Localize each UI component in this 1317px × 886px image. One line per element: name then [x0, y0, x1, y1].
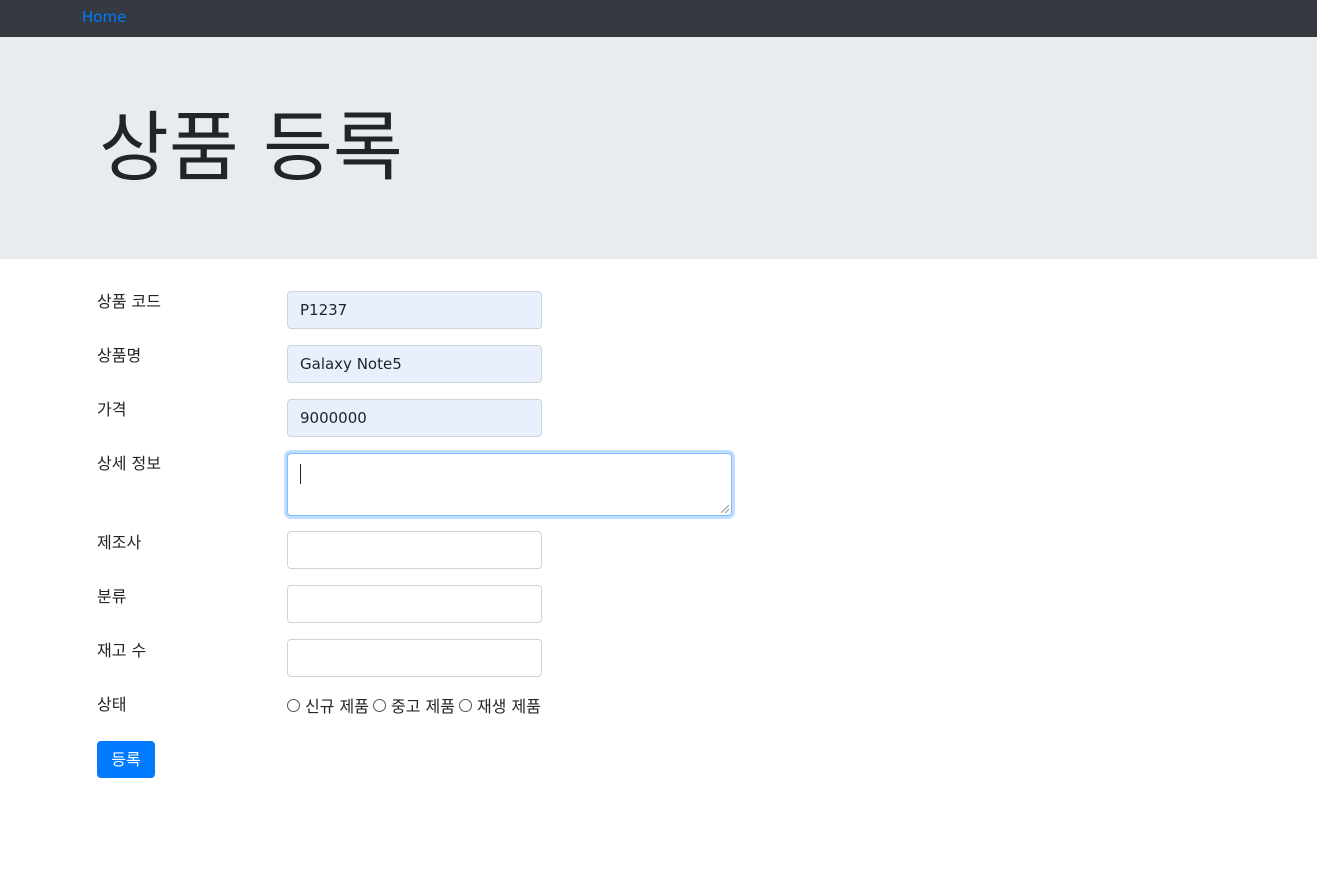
description-label: 상세 정보 — [97, 454, 161, 473]
page-title: 상품 등록 — [99, 103, 403, 192]
radio-refurbished[interactable] — [458, 698, 472, 712]
stock-input[interactable] — [287, 639, 542, 677]
condition-option-used[interactable]: 중고 제품 — [372, 693, 455, 717]
stock-label: 재고 수 — [97, 641, 147, 660]
description-textarea[interactable] — [287, 453, 732, 516]
text-caret — [300, 464, 301, 484]
navbar: Home — [0, 0, 1317, 37]
category-input[interactable] — [287, 585, 542, 623]
condition-option-refurbished[interactable]: 재생 제품 — [458, 693, 541, 717]
nav-home-link[interactable]: Home — [82, 8, 126, 26]
radio-used[interactable] — [372, 698, 386, 712]
radio-new[interactable] — [287, 698, 300, 712]
radio-used-label: 중고 제품 — [390, 697, 455, 716]
radio-new-label: 신규 제품 — [305, 697, 369, 716]
jumbotron: 상품 등록 — [0, 37, 1317, 259]
price-label: 가격 — [97, 400, 127, 419]
product-code-label: 상품 코드 — [97, 292, 161, 311]
condition-radio-group: 신규 제품 중고 제품 재생 제품 — [287, 694, 545, 716]
category-label: 분류 — [97, 587, 127, 606]
condition-option-new[interactable]: 신규 제품 — [287, 693, 369, 717]
submit-button[interactable]: 등록 — [97, 741, 155, 778]
product-name-input[interactable]: Galaxy Note5 — [287, 345, 542, 383]
radio-refurbished-label: 재생 제품 — [476, 697, 541, 716]
manufacturer-label: 제조사 — [97, 533, 142, 552]
price-input[interactable]: 9000000 — [287, 399, 542, 437]
condition-label: 상태 — [97, 695, 127, 714]
product-code-input[interactable]: P1237 — [287, 291, 542, 329]
product-name-label: 상품명 — [97, 346, 142, 365]
resize-handle[interactable] — [721, 505, 729, 513]
manufacturer-input[interactable] — [287, 531, 542, 569]
